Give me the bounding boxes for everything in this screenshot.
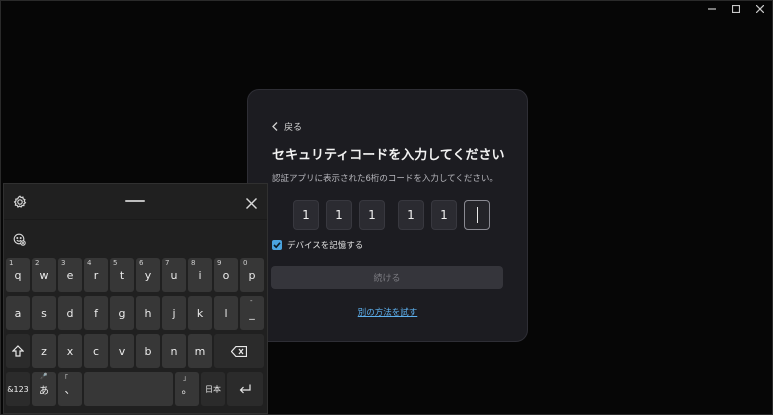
remember-device-label: デバイスを記憶する bbox=[287, 241, 364, 251]
space-key[interactable] bbox=[84, 372, 173, 406]
continue-button[interactable]: 続ける bbox=[271, 266, 503, 289]
backspace-icon bbox=[231, 345, 247, 357]
key-a[interactable]: a bbox=[6, 296, 30, 330]
key-k[interactable]: k bbox=[188, 296, 212, 330]
backspace-key[interactable] bbox=[214, 334, 264, 368]
key-row-3: z x c v b n m bbox=[6, 334, 264, 368]
dialog-subtitle: 認証アプリに表示された6桁のコードを入力してください。 bbox=[272, 174, 498, 184]
key-j[interactable]: j bbox=[162, 296, 186, 330]
keyboard-close-icon[interactable] bbox=[246, 194, 257, 213]
chevron-left-icon bbox=[272, 122, 278, 131]
minimize-icon[interactable] bbox=[705, 3, 719, 15]
key-h[interactable]: h bbox=[136, 296, 160, 330]
maximize-icon[interactable] bbox=[729, 3, 743, 15]
code-input-group: 1 1 1 1 1 bbox=[293, 200, 497, 230]
back-label: 戻る bbox=[284, 123, 303, 133]
emoji-icon[interactable] bbox=[13, 231, 26, 250]
keyboard-toolbar bbox=[4, 184, 267, 220]
key-u[interactable]: 7u bbox=[162, 258, 186, 292]
key-x[interactable]: x bbox=[58, 334, 82, 368]
key-t[interactable]: 5t bbox=[110, 258, 134, 292]
key-e[interactable]: 3e bbox=[58, 258, 82, 292]
code-digit-2[interactable]: 1 bbox=[326, 200, 352, 230]
code-digit-4[interactable]: 1 bbox=[398, 200, 424, 230]
keyboard-keys: 1q 2w 3e 4r 5t 6y 7u 8i 9o 0p a s d f g … bbox=[6, 258, 264, 410]
key-y[interactable]: 6y bbox=[136, 258, 160, 292]
enter-key[interactable] bbox=[227, 372, 263, 406]
window-controls bbox=[705, 3, 767, 15]
key-row-1: 1q 2w 3e 4r 5t 6y 7u 8i 9o 0p bbox=[6, 258, 264, 292]
kana-key[interactable]: 🎤 あ bbox=[32, 372, 56, 406]
key-w[interactable]: 2w bbox=[32, 258, 56, 292]
key-o[interactable]: 9o bbox=[214, 258, 238, 292]
close-icon[interactable] bbox=[753, 3, 767, 15]
touch-keyboard: 1q 2w 3e 4r 5t 6y 7u 8i 9o 0p a s d f g … bbox=[3, 183, 268, 414]
period-key[interactable]: 」。 bbox=[175, 372, 199, 406]
key-p[interactable]: 0p bbox=[240, 258, 264, 292]
shift-key[interactable] bbox=[6, 334, 30, 368]
keyboard-drag-handle[interactable] bbox=[125, 200, 145, 202]
key-m[interactable]: m bbox=[188, 334, 212, 368]
key-row-4: &123 🎤 あ 「、 」。 日本 bbox=[6, 372, 264, 406]
comma-key[interactable]: 「、 bbox=[58, 372, 82, 406]
remember-device-checkbox[interactable] bbox=[272, 240, 282, 250]
key-f[interactable]: f bbox=[84, 296, 108, 330]
key-b[interactable]: b bbox=[136, 334, 160, 368]
key-i[interactable]: 8i bbox=[188, 258, 212, 292]
key-z[interactable]: z bbox=[32, 334, 56, 368]
key-l[interactable]: l bbox=[214, 296, 238, 330]
remember-device-option[interactable]: デバイスを記憶する bbox=[272, 239, 363, 251]
key-d[interactable]: d bbox=[58, 296, 82, 330]
key-q[interactable]: 1q bbox=[6, 258, 30, 292]
key-s[interactable]: s bbox=[32, 296, 56, 330]
code-digit-3[interactable]: 1 bbox=[359, 200, 385, 230]
symbols-key[interactable]: &123 bbox=[6, 372, 30, 406]
other-method-link[interactable]: 別の方法を試す bbox=[248, 306, 527, 318]
key-c[interactable]: c bbox=[84, 334, 108, 368]
key-row-2: a s d f g h j k l - _ bbox=[6, 296, 264, 330]
code-digit-5[interactable]: 1 bbox=[431, 200, 457, 230]
enter-icon bbox=[239, 384, 251, 394]
key-underscore[interactable]: - _ bbox=[240, 296, 264, 330]
key-v[interactable]: v bbox=[110, 334, 134, 368]
checkmark-icon bbox=[273, 242, 281, 249]
back-button[interactable]: 戻る bbox=[272, 120, 302, 133]
microphone-icon: 🎤 bbox=[40, 373, 48, 380]
key-g[interactable]: g bbox=[110, 296, 134, 330]
dialog-title: セキュリティコードを入力してください bbox=[272, 148, 505, 163]
security-code-dialog: 戻る セキュリティコードを入力してください 認証アプリに表示された6桁のコードを… bbox=[247, 89, 528, 342]
key-n[interactable]: n bbox=[162, 334, 186, 368]
language-key[interactable]: 日本 bbox=[201, 372, 225, 406]
settings-gear-icon[interactable] bbox=[13, 194, 27, 213]
code-digit-6[interactable] bbox=[464, 200, 490, 230]
shift-icon bbox=[12, 345, 24, 357]
text-caret bbox=[476, 207, 478, 223]
key-r[interactable]: 4r bbox=[84, 258, 108, 292]
code-digit-1[interactable]: 1 bbox=[293, 200, 319, 230]
